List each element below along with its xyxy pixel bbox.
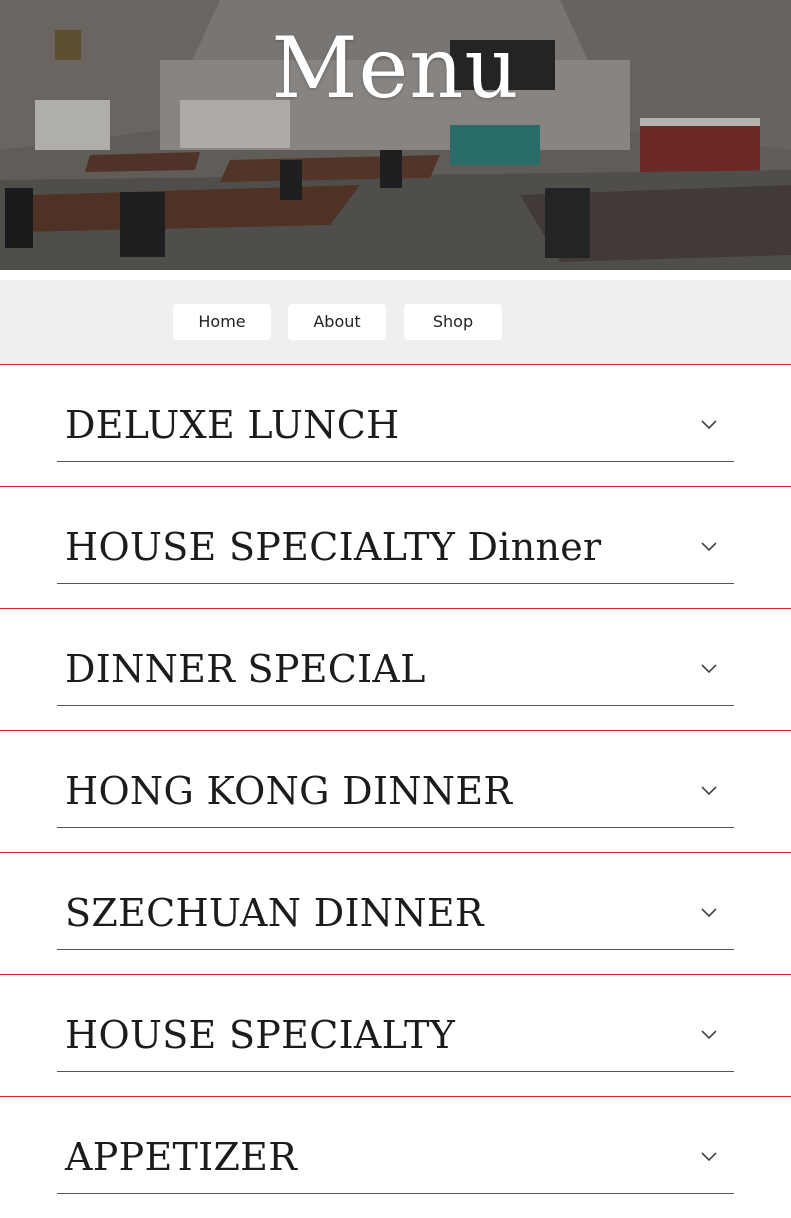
- accordion-header[interactable]: APPETIZER: [57, 1097, 734, 1194]
- accordion-header[interactable]: HOUSE SPECIALTY: [57, 975, 734, 1072]
- nav-shop-button[interactable]: Shop: [404, 304, 502, 340]
- section-title: SZECHUAN DINNER: [65, 891, 484, 935]
- nav-about-button[interactable]: About: [288, 304, 386, 340]
- accordion-header[interactable]: HOUSE SPECIALTY Dinner: [57, 487, 734, 584]
- hero-banner: Menu: [0, 0, 791, 270]
- menu-section-deluxe-lunch: DELUXE LUNCH: [0, 364, 791, 486]
- accordion-header[interactable]: HONG KONG DINNER: [57, 731, 734, 828]
- chevron-down-icon: [701, 786, 717, 796]
- menu-section-appetizer: APPETIZER: [0, 1096, 791, 1218]
- section-title: HONG KONG DINNER: [65, 769, 513, 813]
- section-title: DINNER SPECIAL: [65, 647, 426, 691]
- chevron-down-icon: [701, 1152, 717, 1162]
- section-title: APPETIZER: [65, 1135, 298, 1179]
- nav-home-button[interactable]: Home: [173, 304, 271, 340]
- accordion-header[interactable]: DELUXE LUNCH: [57, 365, 734, 462]
- chevron-down-icon: [701, 420, 717, 430]
- menu-section-house-specialty-dinner: HOUSE SPECIALTY Dinner: [0, 486, 791, 608]
- chevron-down-icon: [701, 908, 717, 918]
- chevron-down-icon: [701, 664, 717, 674]
- menu-sections-list: DELUXE LUNCH HOUSE SPECIALTY Dinner DINN…: [0, 364, 791, 1218]
- section-title: HOUSE SPECIALTY: [65, 1013, 456, 1057]
- chevron-down-icon: [701, 1030, 717, 1040]
- menu-section-szechuan-dinner: SZECHUAN DINNER: [0, 852, 791, 974]
- top-navigation: Home About Shop: [0, 280, 791, 364]
- page-title: Menu: [271, 19, 520, 117]
- menu-section-hong-kong-dinner: HONG KONG DINNER: [0, 730, 791, 852]
- section-title: DELUXE LUNCH: [65, 403, 400, 447]
- menu-section-house-specialty: HOUSE SPECIALTY: [0, 974, 791, 1096]
- chevron-down-icon: [701, 542, 717, 552]
- accordion-header[interactable]: DINNER SPECIAL: [57, 609, 734, 706]
- accordion-header[interactable]: SZECHUAN DINNER: [57, 853, 734, 950]
- section-title: HOUSE SPECIALTY Dinner: [65, 525, 602, 569]
- menu-section-dinner-special: DINNER SPECIAL: [0, 608, 791, 730]
